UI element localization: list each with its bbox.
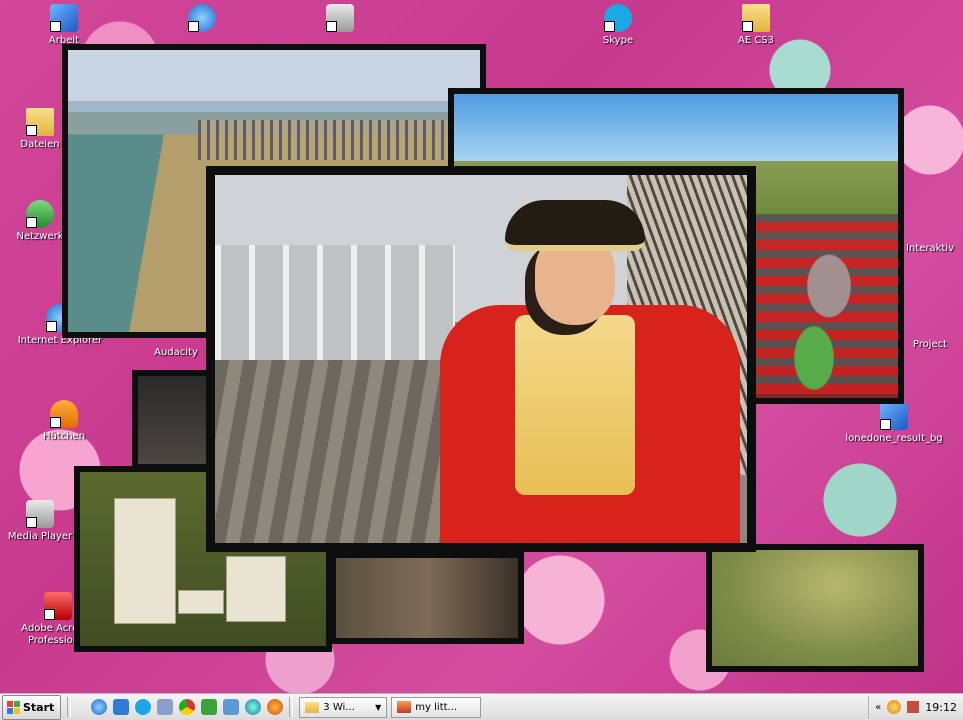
chevron-down-icon: ▼ [375,702,382,712]
desktop-icon-label: Hütchen [42,431,86,442]
media-quicklaunch-icon[interactable] [201,699,218,715]
tray-expand-icon[interactable]: « [875,702,881,713]
desktop-icon-package[interactable] [300,4,380,35]
desktop-icon-lonedone-result-bg[interactable]: lonedone_result_bg [826,402,962,445]
image-file-icon [880,402,908,430]
clock[interactable]: 19:12 [925,701,957,714]
taskbar-item-video[interactable]: my litt... [391,696,482,718]
computer-icon [50,4,78,32]
folder-icon [26,108,54,136]
media-player-icon [26,500,54,528]
desktop-icon-interaktiv[interactable]: Interaktiv [898,212,962,255]
desktop-icon-huetchen[interactable]: Hütchen [24,400,104,443]
taskbar-separator [289,697,294,717]
network-icon [26,200,54,228]
taskbar: Start 3 Wi... ▼ my litt... « 19:12 [0,693,963,720]
desktop-icon-skype[interactable]: Skype [578,4,658,47]
globe-quicklaunch-icon[interactable] [245,699,262,715]
start-label: Start [23,700,55,714]
desktop-icon-label: Netzwerk [16,231,64,242]
pdf-icon [44,592,72,620]
firefox-quicklaunch-icon[interactable] [267,699,284,715]
desktop-icon-label: Audacity [154,347,198,358]
taskbar-separator [67,697,72,717]
ship-railing [215,245,455,365]
ie-quicklaunch-icon[interactable] [113,699,130,715]
desktop-icon-browser[interactable] [162,4,242,35]
quick-launch [91,699,284,715]
video-icon [397,701,412,713]
desktop-icon-label: AE CS3 [737,35,775,46]
package-icon [326,4,354,32]
dark-scene-screenshot [132,370,214,470]
windows-logo-icon [7,700,20,714]
menu-panel [226,556,286,622]
desktop-icon-label: lonedone_result_bg [845,433,943,444]
browser-icon [188,4,216,32]
tray-app-icon[interactable] [887,700,902,714]
folder-icon [305,701,320,713]
desktop-icon-label: Project [912,339,948,350]
skype-icon [604,4,632,32]
desktop-icon-label: Skype [602,35,634,46]
skype-quicklaunch-icon[interactable] [135,699,152,715]
chrome-quicklaunch-icon[interactable] [179,699,196,715]
desktop-icon-arbeit[interactable]: Arbeit [24,4,104,47]
taskbar-item-folder-group[interactable]: 3 Wi... ▼ [299,696,388,718]
folder-icon [742,4,770,32]
app-quicklaunch-icon[interactable] [157,699,174,715]
map-quicklaunch-icon[interactable] [223,699,240,715]
desktop-icon-ae-cs3[interactable]: AE CS3 [716,4,796,47]
start-button[interactable]: Start [2,694,62,720]
soldiers-screenshot [330,552,524,644]
browser-quicklaunch-icon[interactable] [91,699,108,715]
ship-deck [215,360,455,543]
desktop: Arbeit Skype AE CS3 Dateien Netzwerk Int… [0,0,963,693]
presenter-vest [515,315,635,495]
taskbar-item-label: my litt... [415,701,458,713]
taskbar-item-label: 3 Wi... [323,701,355,713]
vlc-icon [50,400,78,428]
pirate-presenter-video [206,166,756,552]
menu-panel [114,498,176,624]
desktop-icon-project[interactable]: Project [898,308,962,351]
desktop-icon-label: Media Player [7,531,73,542]
desktop-icon-label: Interaktiv [905,243,954,254]
menu-dialog [178,590,224,614]
desktop-icon-label: Dateien [20,139,60,150]
system-tray: « 19:12 [868,695,963,719]
desktop-icon-media-player[interactable]: Media Player [0,500,80,543]
tray-app-icon[interactable] [907,701,920,713]
grass-field-screenshot [706,544,924,672]
tricorn-hat [505,200,645,251]
